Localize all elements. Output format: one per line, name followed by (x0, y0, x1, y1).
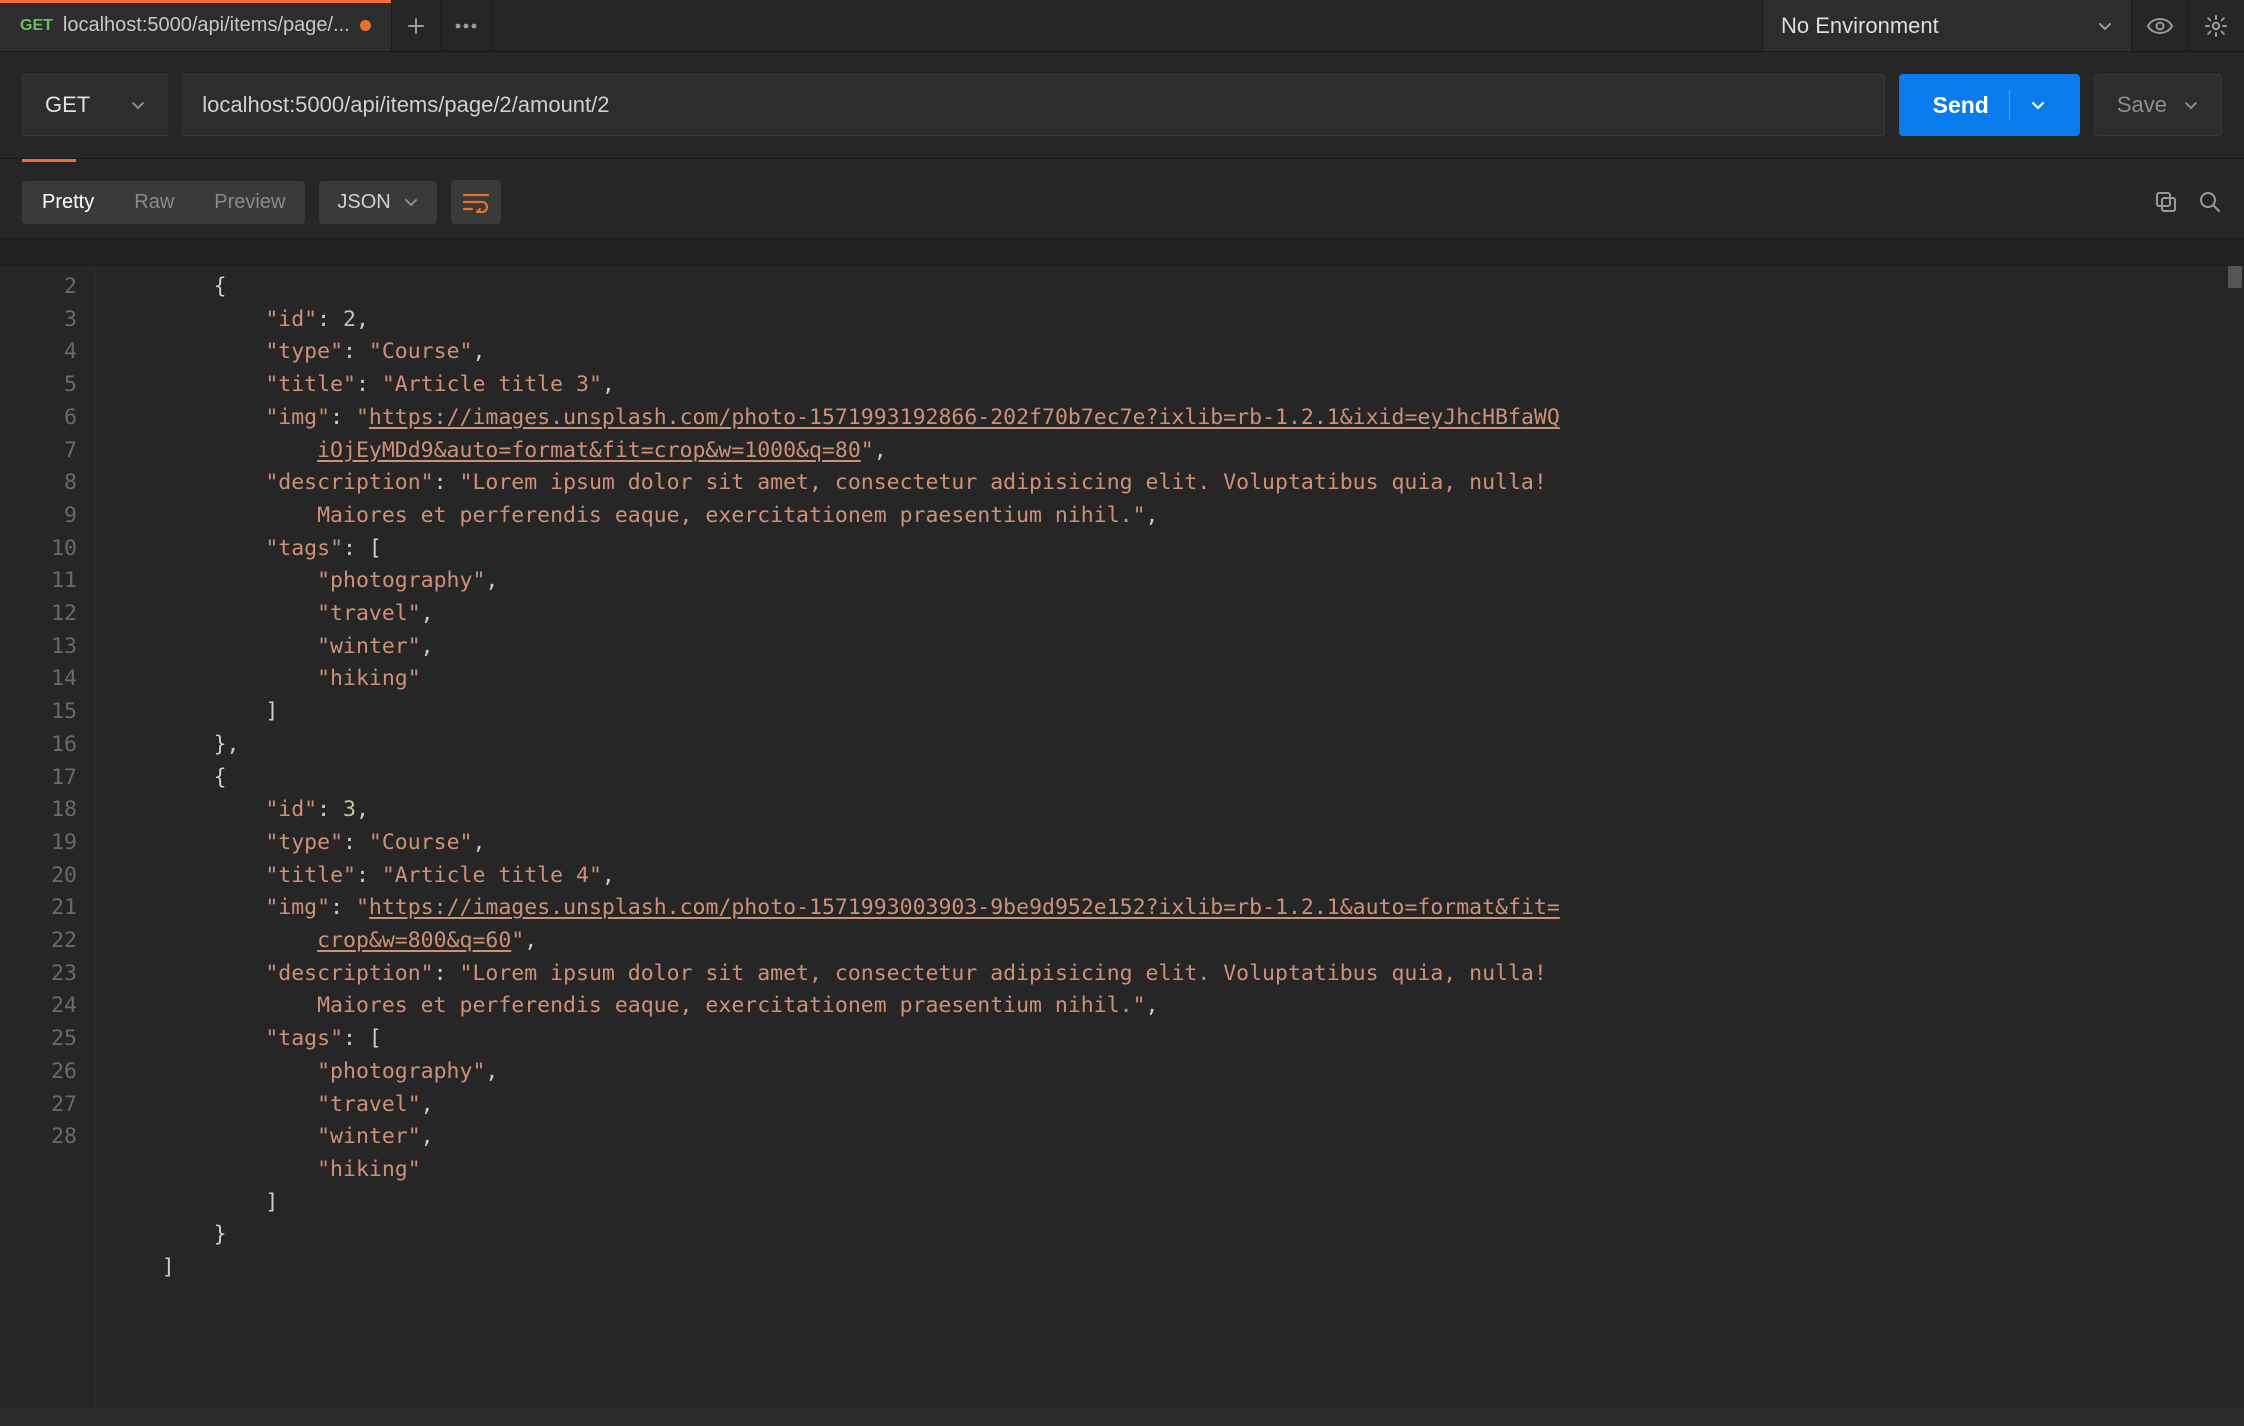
chevron-down-icon (130, 97, 146, 113)
environment-selector[interactable]: No Environment (1762, 0, 2132, 51)
send-button[interactable]: Send (1899, 74, 2080, 136)
chevron-down-icon (2030, 97, 2046, 113)
vertical-scrollbar[interactable] (2228, 266, 2242, 288)
tab-method-badge: GET (20, 17, 53, 35)
save-button-label: Save (2117, 92, 2167, 118)
word-wrap-button[interactable] (451, 180, 501, 224)
copy-response-button[interactable] (2154, 190, 2178, 214)
response-view-segment: Pretty Raw Preview (22, 181, 305, 224)
http-method-selector[interactable]: GET (22, 74, 168, 136)
new-tab-button[interactable] (392, 0, 442, 51)
code-content[interactable]: { "id": 2, "type": "Course", "title": "A… (96, 266, 2244, 1408)
search-response-button[interactable] (2198, 190, 2222, 214)
unsaved-indicator-icon (360, 20, 371, 31)
request-url-input[interactable] (182, 74, 1884, 136)
environment-quicklook-button[interactable] (2132, 0, 2188, 51)
http-method-value: GET (45, 92, 90, 118)
chevron-down-icon (403, 194, 419, 210)
save-button[interactable]: Save (2094, 74, 2222, 136)
request-bar: GET Send Save (0, 52, 2244, 159)
response-format-selector[interactable]: JSON (319, 181, 436, 224)
chevron-down-icon (2183, 97, 2199, 113)
environment-label: No Environment (1781, 13, 1939, 39)
tab-strip: GET localhost:5000/api/items/page/... No… (0, 0, 2244, 52)
response-format-value: JSON (337, 191, 390, 214)
response-toolbar: Pretty Raw Preview JSON (0, 166, 2244, 239)
tab-title: localhost:5000/api/items/page/... (63, 14, 350, 37)
view-raw-button[interactable]: Raw (114, 181, 194, 224)
view-preview-button[interactable]: Preview (194, 181, 305, 224)
response-body-editor[interactable]: 2345678910111213141516171819202122232425… (0, 266, 2244, 1408)
request-tab[interactable]: GET localhost:5000/api/items/page/... (0, 0, 392, 51)
line-number-gutter: 2345678910111213141516171819202122232425… (0, 266, 96, 1408)
active-section-indicator (0, 159, 2244, 166)
send-button-label: Send (1933, 92, 1989, 119)
tab-options-button[interactable] (442, 0, 492, 51)
chevron-down-icon (2097, 18, 2113, 34)
view-pretty-button[interactable]: Pretty (22, 181, 114, 224)
status-bar (0, 1408, 2244, 1426)
settings-button[interactable] (2188, 0, 2244, 51)
